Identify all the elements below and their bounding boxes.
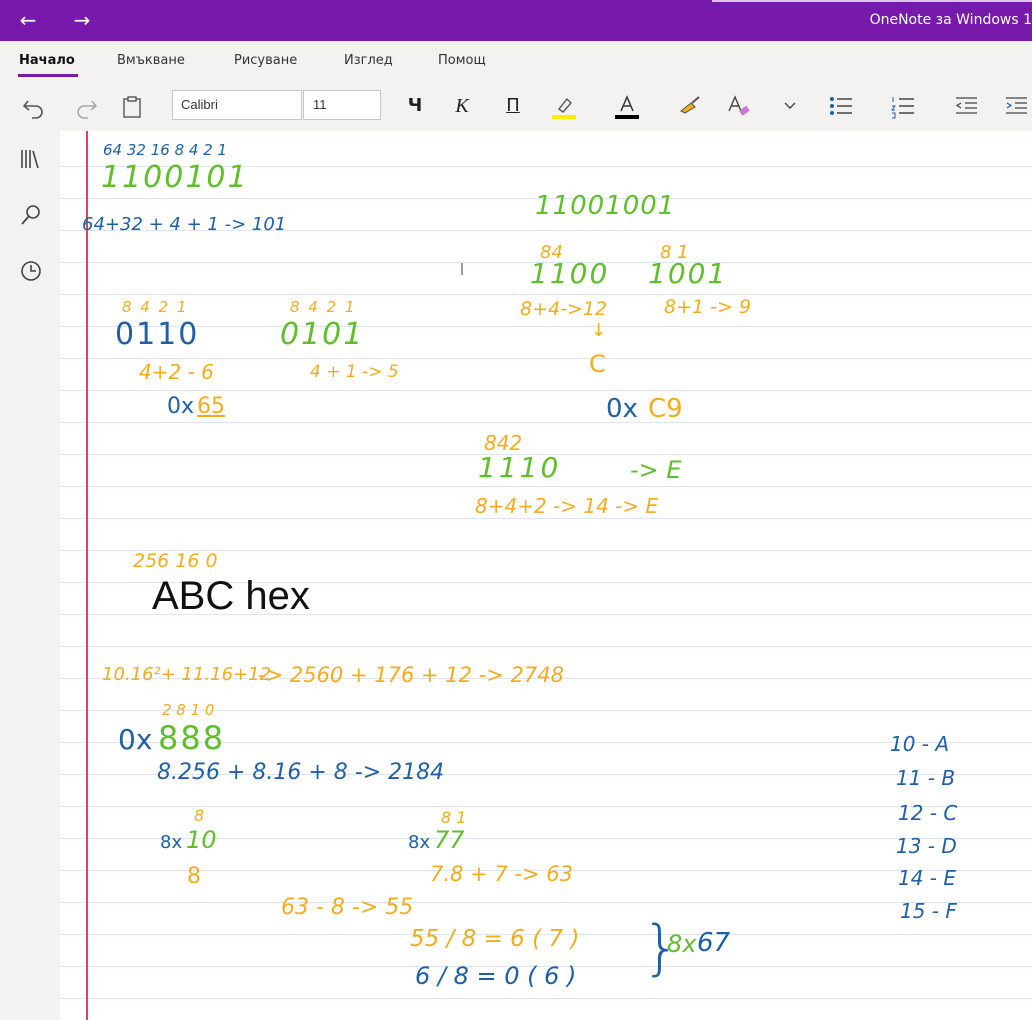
back-arrow-icon[interactable]: ← xyxy=(14,6,42,34)
ink-div-55: 55 / 8 = 6 ( 7 ) xyxy=(410,926,580,952)
redo-icon[interactable] xyxy=(72,91,100,121)
title-bar: ← → OneNote за Windows 1 xyxy=(0,0,1032,41)
ink-nib-0110: 0110 xyxy=(115,317,200,352)
ribbon-toolbar: Ч К П xyxy=(0,81,1032,132)
ink-w-842: 842 xyxy=(484,431,523,455)
tab-view[interactable]: Изглед xyxy=(344,53,393,68)
ink-oct-prefix-a: 8x xyxy=(160,832,183,853)
ink-calc-55: 63 - 8 -> 55 xyxy=(281,895,414,920)
clear-formatting-icon[interactable] xyxy=(726,91,752,121)
italic-button[interactable]: К xyxy=(452,91,472,121)
title-divider xyxy=(712,0,1032,2)
ink-div-6: 6 / 8 = 0 ( 6 ) xyxy=(415,962,577,990)
forward-arrow-icon[interactable]: → xyxy=(68,6,96,34)
ink-map-c: 12 - C xyxy=(898,801,958,825)
numbering-icon[interactable] xyxy=(890,91,916,121)
ink-calc-14: 8+4+2 -> 14 -> E xyxy=(475,494,659,518)
format-painter-icon[interactable] xyxy=(677,91,703,121)
ink-map-d: 13 - D xyxy=(896,834,957,858)
undo-icon[interactable] xyxy=(20,91,48,121)
app-title: OneNote за Windows 1 xyxy=(869,12,1032,28)
ink-w-256: 256 16 0 xyxy=(133,550,218,572)
ink-nib-1001: 1001 xyxy=(648,257,728,290)
ink-w-81: 8 1 xyxy=(441,808,467,827)
navigation-rail xyxy=(0,131,60,1020)
ink-to-e: -> E xyxy=(630,456,682,484)
ink-arrow-down: ↓ xyxy=(591,320,607,341)
ink-calc-5: 4 + 1 -> 5 xyxy=(310,362,399,382)
ink-calc-2184: 8.256 + 8.16 + 8 -> 2184 xyxy=(157,760,445,785)
notebooks-icon[interactable] xyxy=(19,147,43,171)
underline-button[interactable]: П xyxy=(503,91,523,121)
ink-w-8421-b: 8 4 2 1 xyxy=(290,298,357,316)
ink-nib-0101: 0101 xyxy=(280,317,365,352)
ink-hex-888: 888 xyxy=(158,719,226,757)
ink-w-2810: 2 8 1 0 xyxy=(162,701,215,719)
ink-calc-63: 7.8 + 7 -> 63 xyxy=(430,862,573,886)
ink-calc-2748-b: -> 2560 + 176 + 12 -> 2748 xyxy=(258,663,564,687)
recent-icon[interactable] xyxy=(19,259,43,283)
bold-button[interactable]: Ч xyxy=(405,91,425,121)
ink-oct-prefix-c: 8x xyxy=(667,930,697,958)
tab-draw[interactable]: Рисуване xyxy=(234,53,297,68)
ink-oct-67: 67 xyxy=(697,928,731,958)
active-tab-indicator xyxy=(18,74,78,77)
ink-hex-prefix-c: 0x xyxy=(118,723,153,756)
ink-result-8: 8 xyxy=(187,864,201,889)
ink-calc-2748-a: 10.16²+ 11.16+12 xyxy=(102,664,272,685)
font-size-field[interactable]: 11 xyxy=(303,90,381,120)
ink-bin-weights: 64 32 16 8 4 2 1 xyxy=(103,141,228,159)
ink-oct-77: 77 xyxy=(434,826,465,854)
ink-w-8421-a: 8 4 2 1 xyxy=(122,298,189,316)
chevron-down-icon[interactable] xyxy=(780,91,800,121)
ink-oct-prefix-b: 8x xyxy=(408,832,431,853)
ink-oct-10: 10 xyxy=(186,826,217,854)
tab-insert[interactable]: Вмъкване xyxy=(117,53,185,68)
text-cursor xyxy=(461,263,463,275)
ink-nib-1100: 1100 xyxy=(530,257,610,290)
ink-map-e: 14 - E xyxy=(898,866,957,890)
search-icon[interactable] xyxy=(19,203,43,227)
ink-hex-65: 65 xyxy=(197,394,225,419)
ink-calc-6: 4+2 - 6 xyxy=(139,360,214,384)
highlight-icon[interactable] xyxy=(550,91,578,121)
ink-map-b: 11 - B xyxy=(896,766,956,790)
ink-map-f: 15 - F xyxy=(900,899,957,923)
ink-bin-11001001: 11001001 xyxy=(535,191,676,221)
increase-indent-icon[interactable] xyxy=(1003,91,1029,121)
ink-hex-c9: C9 xyxy=(648,394,683,424)
ink-hex-prefix-b: 0x xyxy=(606,394,638,424)
font-name-field[interactable]: Calibri xyxy=(172,90,302,120)
tab-home[interactable]: Начало xyxy=(19,53,75,68)
ink-letter-c: C xyxy=(589,350,606,378)
ink-bin-1110: 1110 xyxy=(478,451,562,484)
ink-calc-9: 8+1 -> 9 xyxy=(664,296,752,318)
typed-text-abc-hex[interactable]: ABC hex xyxy=(152,576,310,616)
ink-hex-prefix-a: 0x xyxy=(167,394,195,419)
ink-sum-101: 64+32 + 4 + 1 -> 101 xyxy=(82,214,287,235)
page-margin-line xyxy=(86,131,88,1020)
clipboard-icon[interactable] xyxy=(120,91,144,121)
font-color-icon[interactable] xyxy=(614,91,640,121)
ribbon-tabs: Начало Вмъкване Рисуване Изглед Помощ xyxy=(0,41,1032,81)
ink-w-8: 8 xyxy=(194,806,205,825)
ink-map-a: 10 - A xyxy=(890,732,950,756)
ink-bin-1100101: 1100101 xyxy=(101,160,249,195)
decrease-indent-icon[interactable] xyxy=(953,91,979,121)
tab-help[interactable]: Помощ xyxy=(438,53,486,68)
bullets-icon[interactable] xyxy=(828,91,854,121)
ink-calc-12: 8+4->12 xyxy=(520,298,608,320)
